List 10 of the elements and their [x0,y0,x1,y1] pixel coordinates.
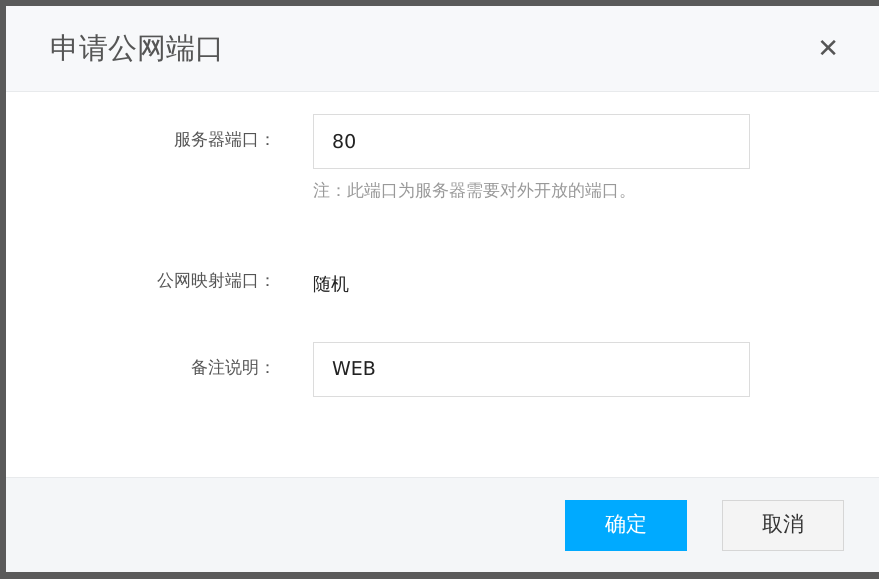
dialog-title: 申请公网端口 [50,30,224,67]
close-button[interactable]: ✕ [817,36,839,62]
text-field[interactable]: 80 [313,114,750,169]
field-value: 随机 [313,272,349,296]
field-label: 备注说明： [191,356,276,380]
hint-text: 注：此端口为服务器需要对外开放的端口。 [313,180,637,203]
field-label: 公网映射端口： [157,270,276,292]
cancel-button[interactable]: 取消 [722,500,844,550]
text-field[interactable]: WEB [313,342,750,396]
field-label: 服务器端口： [174,129,276,152]
